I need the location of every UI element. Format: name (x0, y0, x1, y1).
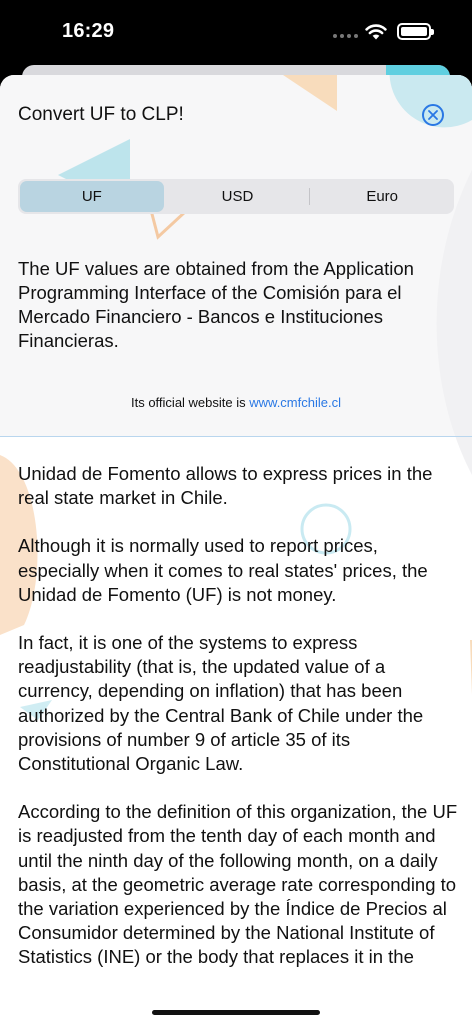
segment-uf[interactable]: UF (20, 181, 164, 212)
wifi-icon (365, 24, 387, 40)
uf-description: Unidad de Fomento allows to express pric… (18, 462, 460, 974)
segment-euro[interactable]: Euro (310, 179, 454, 214)
paragraph: In fact, it is one of the systems to exp… (18, 632, 424, 775)
close-button[interactable] (422, 104, 444, 126)
home-indicator[interactable] (152, 1010, 320, 1015)
app-screen: 16:29 Convert UF to CLP! UF USD Euro The… (0, 0, 472, 1024)
battery-icon (397, 23, 434, 40)
api-info-text: The UF values are obtained from the Appl… (18, 258, 414, 351)
segment-label: USD (221, 188, 254, 205)
modal-title: Convert UF to CLP! (18, 104, 184, 125)
signal-dots-icon (333, 34, 358, 38)
website-link[interactable]: www.cmfchile.cl (249, 395, 341, 410)
segment-label: Euro (366, 188, 399, 205)
paragraph: Unidad de Fomento allows to express pric… (18, 463, 433, 509)
section-divider (0, 436, 472, 437)
modal-header-area (0, 75, 472, 437)
currency-segmented-control: UF USD Euro (18, 179, 454, 214)
paragraph: According to the definition of this orga… (18, 801, 458, 974)
website-line: Its official website is www.cmfchile.cl (0, 395, 472, 410)
website-prefix: Its official website is (130, 395, 246, 410)
close-circle-icon (428, 110, 438, 120)
status-time: 16:29 (62, 20, 115, 42)
segment-label: UF (81, 188, 102, 205)
modal-sheet: Convert UF to CLP! UF USD Euro The UF va… (0, 75, 472, 1024)
segment-usd[interactable]: USD (166, 179, 310, 214)
status-bar: 16:29 (0, 0, 472, 64)
paragraph: Although it is normally used to report p… (18, 535, 428, 605)
